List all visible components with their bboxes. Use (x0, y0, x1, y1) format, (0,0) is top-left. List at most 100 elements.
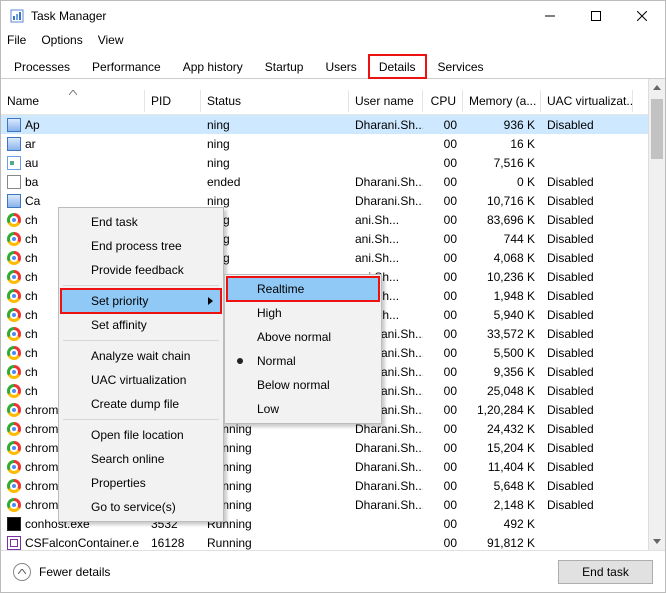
ctx-open-file-location[interactable]: Open file location (61, 423, 221, 447)
header-cpu[interactable]: CPU (423, 90, 463, 112)
cell-pid (145, 200, 201, 202)
cell-memory: 1,948 K (463, 288, 541, 304)
end-task-button[interactable]: End task (558, 560, 653, 584)
scroll-down-button[interactable] (649, 533, 665, 550)
process-name: CSFalconContainer.e (25, 536, 139, 550)
cell-memory: 5,940 K (463, 307, 541, 323)
tab-startup[interactable]: Startup (254, 54, 315, 79)
menu-options[interactable]: Options (41, 33, 82, 47)
tab-details[interactable]: Details (368, 54, 427, 79)
ctx-properties[interactable]: Properties (61, 471, 221, 495)
cell-uac: Disabled (541, 440, 633, 456)
cell-user: ani.Sh... (349, 231, 423, 247)
vertical-scrollbar[interactable] (648, 79, 665, 550)
process-name: ch (25, 308, 38, 322)
ctx-go-to-services[interactable]: Go to service(s) (61, 495, 221, 519)
tab-performance[interactable]: Performance (81, 54, 172, 79)
cell-uac: Disabled (541, 231, 633, 247)
close-button[interactable] (619, 1, 665, 31)
menu-file[interactable]: File (7, 33, 26, 47)
process-icon (7, 175, 21, 189)
header-pid[interactable]: PID (145, 90, 201, 112)
process-icon (7, 118, 21, 132)
process-name: ch (25, 346, 38, 360)
process-name: ba (25, 175, 38, 189)
ctx-end-task[interactable]: End task (61, 210, 221, 234)
cell-cpu: 00 (423, 345, 463, 361)
ctx-search-online[interactable]: Search online (61, 447, 221, 471)
header-name[interactable]: Name (1, 90, 145, 112)
minimize-button[interactable] (527, 1, 573, 31)
process-name: ch (25, 251, 38, 265)
cell-uac (541, 143, 633, 145)
priority-realtime[interactable]: Realtime (227, 277, 379, 301)
cell-memory: 5,648 K (463, 478, 541, 494)
cell-status: ning (201, 117, 349, 133)
process-icon (7, 194, 21, 208)
priority-high[interactable]: High (227, 301, 379, 325)
cell-memory: 83,696 K (463, 212, 541, 228)
header-user[interactable]: User name (349, 90, 423, 112)
ctx-set-priority-label: Set priority (91, 294, 148, 308)
process-icon (7, 422, 21, 436)
process-name: Ca (25, 194, 40, 208)
cell-uac: Disabled (541, 364, 633, 380)
process-icon (7, 479, 21, 493)
tab-strip: Processes Performance App history Startu… (1, 51, 665, 79)
header-status[interactable]: Status (201, 90, 349, 112)
submenu-arrow-icon (208, 294, 213, 308)
cell-pid (145, 162, 201, 164)
process-icon (7, 536, 21, 550)
process-icon (7, 213, 21, 227)
ctx-set-priority[interactable]: Set priority (61, 289, 221, 313)
table-row[interactable]: arning0016 K (1, 134, 665, 153)
table-row[interactable]: baendedDharani.Sh...000 KDisabled (1, 172, 665, 191)
tab-processes[interactable]: Processes (3, 54, 81, 79)
app-icon (9, 8, 25, 24)
cell-pid (145, 181, 201, 183)
priority-above-normal[interactable]: Above normal (227, 325, 379, 349)
ctx-provide-feedback[interactable]: Provide feedback (61, 258, 221, 282)
process-icon (7, 460, 21, 474)
tab-app-history[interactable]: App history (172, 54, 254, 79)
cell-memory: 10,716 K (463, 193, 541, 209)
context-menu: End task End process tree Provide feedba… (58, 207, 224, 522)
menu-view[interactable]: View (98, 33, 124, 47)
process-name: ch (25, 365, 38, 379)
chevron-up-icon (13, 563, 31, 581)
cell-cpu: 00 (423, 326, 463, 342)
maximize-button[interactable] (573, 1, 619, 31)
table-row[interactable]: auning007,516 K (1, 153, 665, 172)
header-memory[interactable]: Memory (a... (463, 90, 541, 112)
window-title: Task Manager (31, 9, 527, 23)
fewer-details-button[interactable]: Fewer details (13, 563, 110, 581)
cell-uac: Disabled (541, 212, 633, 228)
cell-user (349, 143, 423, 145)
fewer-details-label: Fewer details (39, 565, 110, 579)
priority-normal[interactable]: Normal (227, 349, 379, 373)
tab-services[interactable]: Services (427, 54, 495, 79)
table-row[interactable]: CSFalconContainer.e16128Running0091,812 … (1, 533, 665, 550)
cell-user (349, 542, 423, 544)
cell-user: Dharani.Sh... (349, 174, 423, 190)
tab-users[interactable]: Users (314, 54, 367, 79)
priority-low[interactable]: Low (227, 397, 379, 421)
ctx-uac-virtualization[interactable]: UAC virtualization (61, 368, 221, 392)
cell-cpu: 00 (423, 516, 463, 532)
ctx-create-dump-file[interactable]: Create dump file (61, 392, 221, 416)
cell-status: ning (201, 155, 349, 171)
cell-uac: Disabled (541, 117, 633, 133)
ctx-end-process-tree[interactable]: End process tree (61, 234, 221, 258)
cell-memory: 91,812 K (463, 535, 541, 551)
scroll-up-button[interactable] (649, 79, 665, 96)
priority-below-normal[interactable]: Below normal (227, 373, 379, 397)
ctx-set-affinity[interactable]: Set affinity (61, 313, 221, 337)
process-icon (7, 232, 21, 246)
ctx-analyze-wait-chain[interactable]: Analyze wait chain (61, 344, 221, 368)
header-uac[interactable]: UAC virtualizat... (541, 90, 633, 112)
scroll-thumb[interactable] (651, 99, 663, 159)
table-row[interactable]: ApningDharani.Sh...00936 KDisabled (1, 115, 665, 134)
process-icon (7, 289, 21, 303)
cell-user: Dharani.Sh... (349, 478, 423, 494)
process-icon (7, 156, 21, 170)
